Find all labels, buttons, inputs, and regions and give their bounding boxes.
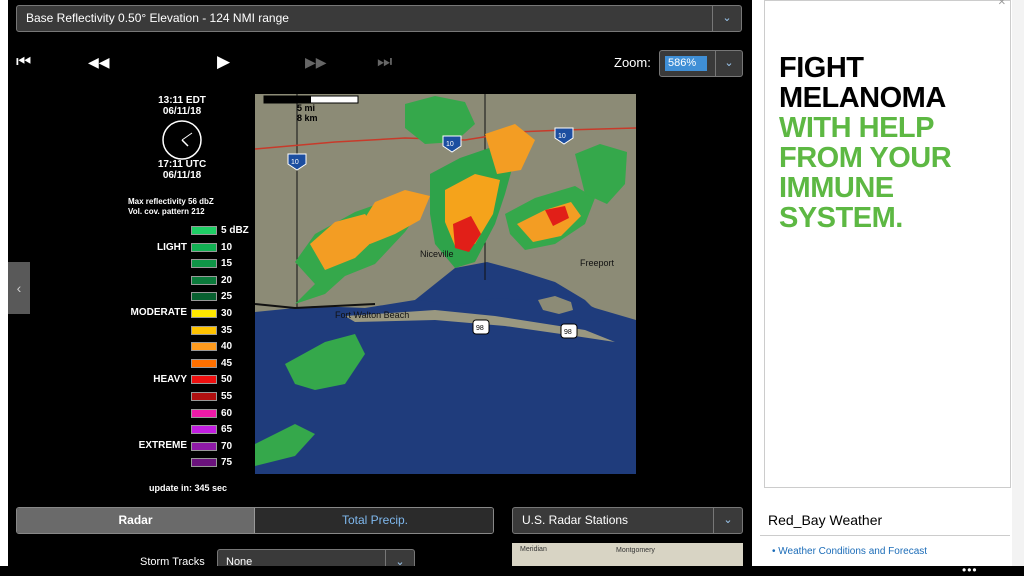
tab-bar: Radar Total Precip. bbox=[16, 507, 494, 534]
skip-first-button[interactable]: ⏮ bbox=[16, 53, 31, 71]
page-scrollbar[interactable] bbox=[1012, 0, 1024, 576]
ad-line: WITH HELP bbox=[779, 112, 935, 144]
max-reflectivity: Max reflectivity 56 dbZ bbox=[128, 197, 214, 206]
local-date: 06/11/18 bbox=[162, 106, 202, 117]
legend-swatch bbox=[191, 326, 217, 335]
weather-forecast-link-text[interactable]: Weather Conditions and Forecast bbox=[778, 546, 927, 557]
step-back-button[interactable]: ◀◀ bbox=[88, 53, 110, 71]
legend-swatch bbox=[191, 442, 217, 451]
legend-level-label: 50 bbox=[221, 374, 233, 385]
product-select[interactable]: Base Reflectivity 0.50° Elevation - 124 … bbox=[16, 5, 742, 32]
legend-level-label: 15 bbox=[221, 258, 233, 269]
legend-swatch bbox=[191, 375, 217, 384]
legend-category-moderate: MODERATE bbox=[130, 307, 187, 318]
us-route-shield-icon: 98 bbox=[472, 319, 490, 335]
ad-headline: FIGHT MELANOMA WITH HELP FROM YOUR IMMUN… bbox=[779, 52, 952, 234]
shield-number: 98 bbox=[564, 329, 572, 336]
shield-number: 98 bbox=[476, 325, 484, 332]
legend-swatch bbox=[191, 458, 217, 467]
legend-level-label: 35 bbox=[221, 325, 233, 336]
legend-level-label: 65 bbox=[221, 424, 233, 435]
legend-swatch bbox=[191, 425, 217, 434]
step-forward-button[interactable]: ▶▶ bbox=[305, 53, 327, 71]
legend-swatch bbox=[191, 359, 217, 368]
legend-swatch bbox=[191, 226, 217, 235]
product-select-label: Base Reflectivity 0.50° Elevation - 124 … bbox=[26, 11, 289, 25]
legend-swatch bbox=[191, 409, 217, 418]
shield-number: 10 bbox=[558, 133, 566, 140]
local-time-block: 13:11 EDT 06/11/18 bbox=[150, 95, 214, 117]
ad-line: IMMUNE bbox=[779, 172, 894, 204]
chevron-down-icon[interactable]: ⌄ bbox=[712, 6, 741, 31]
legend-swatch bbox=[191, 292, 217, 301]
skip-last-button[interactable]: ⏭ bbox=[377, 53, 392, 71]
legend-swatch bbox=[191, 243, 217, 252]
legend-level-label: 10 bbox=[221, 242, 233, 253]
zoom-label: Zoom: bbox=[614, 55, 651, 70]
weather-widget-title: Red_Bay Weather bbox=[768, 512, 883, 528]
legend-swatch bbox=[191, 259, 217, 268]
ad-line: SYSTEM. bbox=[779, 202, 903, 234]
local-time: 13:11 EDT bbox=[158, 95, 206, 106]
legend-level-label: 20 bbox=[221, 275, 233, 286]
radar-stations-select[interactable]: U.S. Radar Stations ⌄ bbox=[512, 507, 743, 534]
legend-level-label: 55 bbox=[221, 391, 233, 402]
legend-level-label: 75 bbox=[221, 457, 233, 468]
ad-line: MELANOMA bbox=[779, 82, 946, 114]
scale-label-mi: 5 mi bbox=[297, 103, 315, 113]
utc-date: 06/11/18 bbox=[162, 170, 202, 181]
utc-time-block: 17:11 UTC 06/11/18 bbox=[150, 159, 214, 181]
legend-category-light: LIGHT bbox=[157, 242, 187, 253]
tab-radar[interactable]: Radar bbox=[17, 508, 255, 533]
legend-swatch bbox=[191, 276, 217, 285]
update-countdown: update in: 345 sec bbox=[149, 483, 228, 493]
taskbar bbox=[0, 566, 1024, 576]
legend-level-label: 60 bbox=[221, 408, 233, 419]
thumb-place: Montgomery bbox=[616, 547, 655, 554]
scale-label-km: 8 km bbox=[297, 113, 318, 123]
utc-time: 17:11 UTC bbox=[157, 159, 207, 170]
legend-level-label: 45 bbox=[221, 358, 233, 369]
us-route-shield-icon: 98 bbox=[560, 323, 578, 339]
legend-category-extreme: EXTREME bbox=[138, 440, 187, 451]
legend-level-label: 40 bbox=[221, 341, 233, 352]
legend-swatch bbox=[191, 392, 217, 401]
zoom-value: 586% bbox=[665, 56, 707, 71]
legend-swatch bbox=[191, 342, 217, 351]
close-icon[interactable]: ✕ bbox=[998, 0, 1006, 8]
place-label: Niceville bbox=[420, 249, 454, 259]
place-label: Fort Walton Beach bbox=[335, 310, 409, 320]
shield-number: 10 bbox=[446, 141, 454, 148]
ad-line: FIGHT bbox=[779, 52, 864, 84]
clock-icon bbox=[162, 120, 202, 160]
thumb-place: Meridian bbox=[520, 546, 547, 553]
ad-banner[interactable]: ✕ FIGHT MELANOMA WITH HELP FROM YOUR IMM… bbox=[764, 0, 1011, 488]
legend-level-label: 25 bbox=[221, 291, 233, 302]
play-button[interactable]: ▶ bbox=[217, 53, 230, 71]
ad-line: FROM YOUR bbox=[779, 142, 952, 174]
tab-total-precip[interactable]: Total Precip. bbox=[255, 508, 493, 533]
zoom-select[interactable]: 586% ⌄ bbox=[659, 50, 743, 77]
legend-level-label: 30 bbox=[221, 308, 233, 319]
divider bbox=[760, 535, 1010, 536]
radar-stations-label: U.S. Radar Stations bbox=[522, 513, 629, 527]
vcp-info: Vol. cov. pattern 212 bbox=[128, 207, 205, 216]
legend-category-heavy: HEAVY bbox=[153, 374, 187, 385]
legend-level-label: 70 bbox=[221, 441, 233, 452]
radar-map-image: 5 mi 8 km Niceville Freeport Fort Walton… bbox=[255, 94, 636, 474]
shield-number: 10 bbox=[291, 159, 299, 166]
chevron-down-icon[interactable]: ⌄ bbox=[715, 51, 742, 76]
legend-swatch bbox=[191, 309, 217, 318]
legend-level-label: 5 dBZ bbox=[221, 225, 249, 236]
radar-map[interactable]: 5 mi 8 km Niceville Freeport Fort Walton… bbox=[255, 94, 636, 474]
app-root: Base Reflectivity 0.50° Elevation - 124 … bbox=[0, 0, 1024, 576]
chevron-left-icon[interactable]: ‹ bbox=[8, 262, 30, 314]
place-label: Freeport bbox=[580, 258, 615, 268]
weather-forecast-link[interactable]: • Weather Conditions and Forecast bbox=[772, 546, 927, 557]
chevron-down-icon[interactable]: ⌄ bbox=[713, 508, 742, 533]
more-icon[interactable]: ••• bbox=[962, 563, 978, 576]
